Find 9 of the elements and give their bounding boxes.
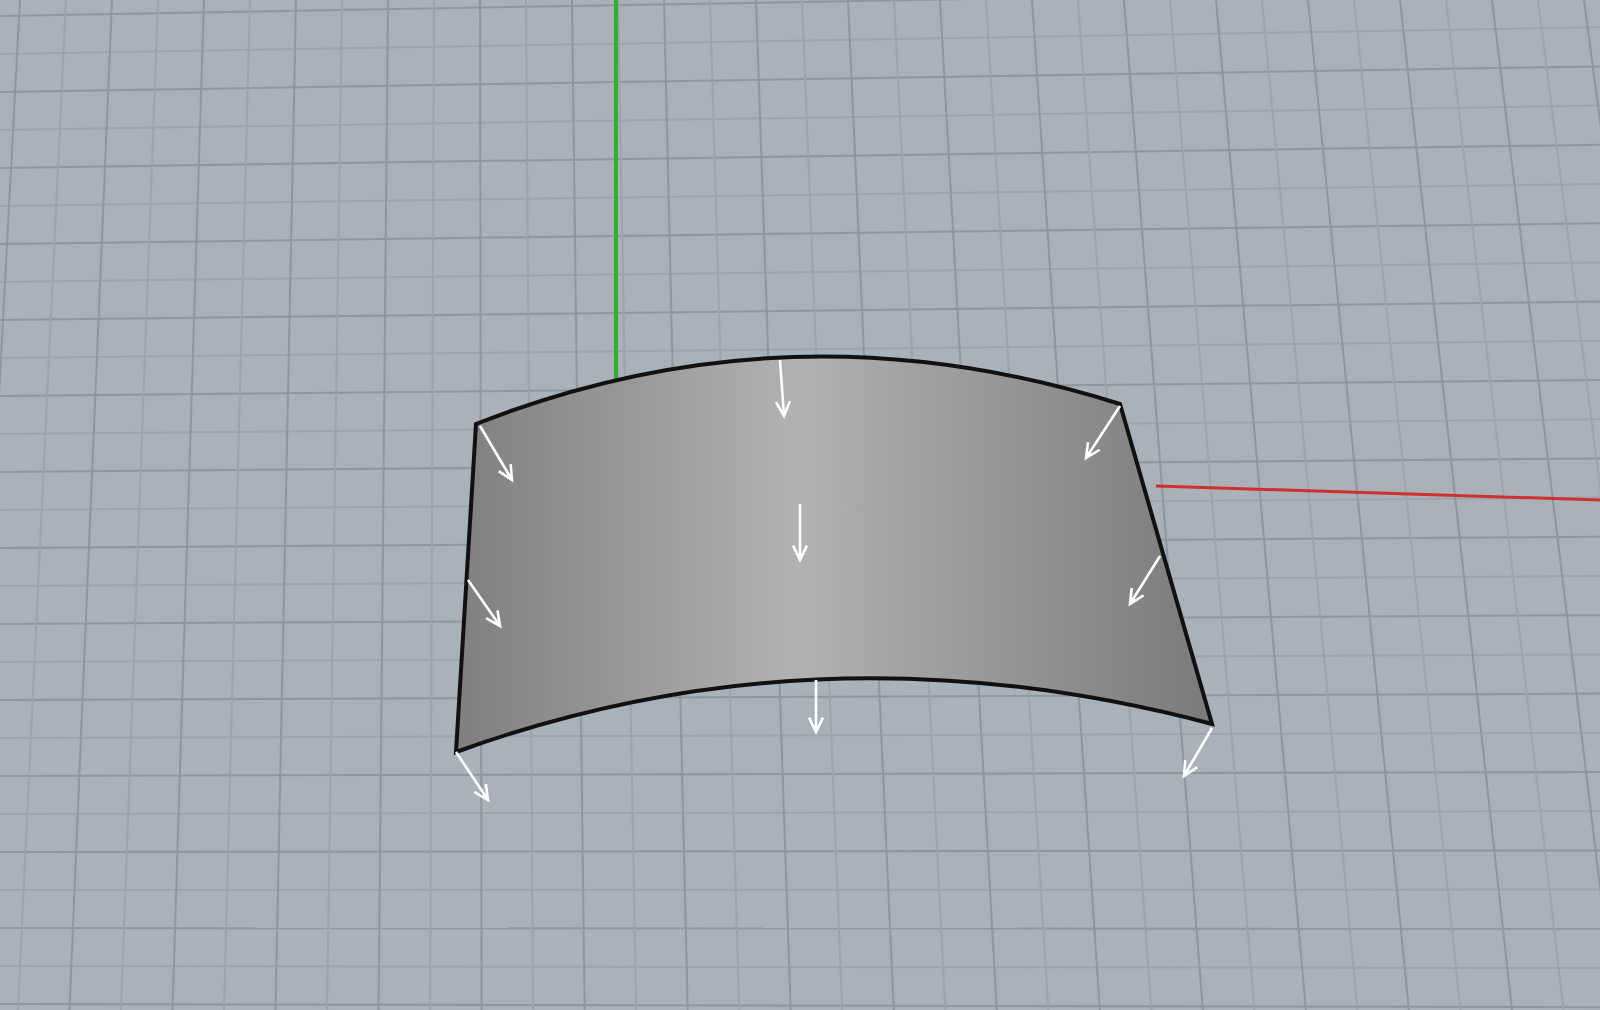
normal-arrow — [791, 502, 809, 563]
normal-arrow — [807, 678, 825, 735]
normal-arrow — [1182, 726, 1214, 779]
normal-arrow — [774, 358, 792, 419]
normal-arrow — [478, 424, 514, 483]
normal-arrow — [1128, 554, 1162, 607]
normal-arrow — [1084, 404, 1122, 461]
normal-arrow — [454, 750, 490, 803]
normal-arrow — [466, 578, 502, 629]
